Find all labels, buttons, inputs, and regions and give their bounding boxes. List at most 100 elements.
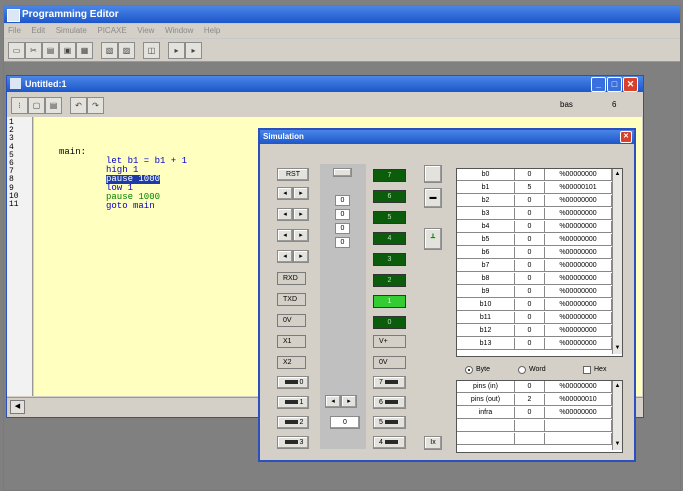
pins-table[interactable]: pins (in) 0 %00000000 pins (out) 2 %00000010 i… (456, 380, 623, 453)
close-icon[interactable]: ✕ (623, 77, 638, 92)
table-row[interactable] (457, 433, 612, 445)
input-2-button[interactable]: 2 (277, 416, 309, 429)
adc-left-arrow-icon[interactable]: ◂ (277, 187, 293, 200)
table-row[interactable]: b6 0 %00000000 (457, 247, 612, 259)
run-icon[interactable]: ▸ (185, 42, 202, 59)
output-6-button[interactable]: 6 (373, 396, 406, 409)
table-row[interactable]: b10 0 %00000000 (457, 299, 612, 311)
scroll-down-icon[interactable]: ▼ (613, 344, 622, 353)
adc-left-arrow-icon[interactable]: ◂ (277, 229, 293, 242)
menu-file[interactable]: File (4, 24, 25, 38)
rst-button[interactable]: RST (277, 168, 309, 181)
undo-icon[interactable]: ↶ (70, 97, 87, 114)
open-folder-icon[interactable]: ▤ (42, 42, 59, 59)
options-icon[interactable]: ◫ (143, 42, 160, 59)
variables-table[interactable]: b0 0 %00000000 b1 5 %00000101 b2 0 %00000000 b3 0%… (456, 168, 623, 357)
adc-right-arrow-icon[interactable]: ▸ (293, 250, 309, 263)
menu-help[interactable]: Help (200, 24, 224, 38)
table-cell-bin: %00000000 (545, 299, 612, 311)
scroll-up-icon[interactable]: ▲ (613, 382, 622, 391)
save-icon[interactable]: ▣ (59, 42, 76, 59)
table-row[interactable]: b12 0 %00000000 (457, 325, 612, 337)
menu-edit[interactable]: Edit (27, 24, 49, 38)
table-row[interactable]: b13 0 %00000000 (457, 338, 612, 350)
adc-right-arrow-icon[interactable]: ▸ (293, 187, 309, 200)
table-row[interactable]: b0 0 %00000000 (457, 169, 612, 181)
output-5-button[interactable]: 5 (373, 416, 406, 429)
menu-picaxe[interactable]: PICAXE (93, 24, 130, 38)
simulation-titlebar[interactable]: Simulation ✕ (260, 130, 634, 144)
input-0-button[interactable]: 0 (277, 376, 309, 389)
table-row[interactable]: b1 5 %00000101 (457, 182, 612, 194)
new-file-icon[interactable]: ▭ (8, 42, 25, 59)
mode-value: 6 (612, 100, 617, 109)
table-row[interactable]: b5 0 %00000000 (457, 234, 612, 246)
adc-right-arrow-icon[interactable]: ▸ (293, 229, 309, 242)
word-radio[interactable] (518, 366, 526, 374)
variables-scrollbar[interactable]: ▲ ▼ (612, 169, 622, 354)
scroll-up-icon[interactable]: ▲ (613, 170, 622, 179)
table-row[interactable]: b3 0 %00000000 (457, 208, 612, 220)
table-row[interactable]: b11 0 %00000000 (457, 312, 612, 324)
adc-right-arrow-icon[interactable]: ▸ (293, 208, 309, 221)
table-row[interactable]: pins (in) 0 %00000000 (457, 381, 612, 393)
editor-titlebar[interactable]: Untitled:1 _ □ ✕ (7, 76, 643, 92)
paste-icon[interactable]: ▤ (45, 97, 62, 114)
program-icon[interactable]: ▸ (168, 42, 185, 59)
print-icon[interactable]: ▧ (101, 42, 118, 59)
value-field[interactable]: 0 (330, 416, 360, 429)
0v-pin[interactable]: 0V (277, 314, 306, 327)
table-row[interactable] (457, 420, 612, 432)
table-cell-dec: 0 (515, 273, 545, 285)
indent-icon[interactable]: ⁝ (11, 97, 28, 114)
menu-view[interactable]: View (133, 24, 158, 38)
preview-icon[interactable]: ▨ (118, 42, 135, 59)
value-left-arrow-icon[interactable]: ◂ (325, 395, 341, 408)
menu-simulate[interactable]: Simulate (52, 24, 91, 38)
table-row[interactable]: b7 0 %00000000 (457, 260, 612, 272)
pins-scrollbar[interactable]: ▲ ▼ (612, 381, 622, 450)
minimize-icon[interactable]: _ (591, 77, 606, 92)
scroll-down-icon[interactable]: ▼ (613, 440, 622, 449)
table-cell-bin: %00000000 (545, 195, 612, 207)
rxd-pin[interactable]: RXD (277, 272, 306, 285)
step-icon[interactable]: ┻ (424, 228, 442, 250)
redo-icon[interactable]: ↷ (87, 97, 104, 114)
hex-label: Hex (594, 366, 607, 373)
close-icon[interactable]: ✕ (620, 131, 632, 143)
adc-left-arrow-icon[interactable]: ◂ (277, 250, 293, 263)
table-row[interactable]: infra 0 %00000000 (457, 407, 612, 419)
adc-left-arrow-icon[interactable]: ◂ (277, 208, 293, 221)
cut-icon[interactable]: ✂ (25, 42, 42, 59)
menu-window[interactable]: Window (161, 24, 197, 38)
close-sim-button[interactable]: Ix (424, 436, 442, 450)
byte-radio[interactable] (465, 366, 473, 374)
x1-pin[interactable]: X1 (277, 335, 306, 348)
table-row[interactable]: b8 0 %00000000 (457, 273, 612, 285)
app-titlebar[interactable]: Programming Editor (4, 6, 680, 23)
scroll-left-icon[interactable]: ◀ (10, 400, 25, 414)
table-cell-bin: %00000101 (545, 182, 612, 194)
table-cell-name: infra (457, 407, 515, 419)
table-cell-dec: 0 (515, 247, 545, 259)
table-cell-name: b12 (457, 325, 515, 337)
input-1-button[interactable]: 1 (277, 396, 309, 409)
x2-pin[interactable]: X2 (277, 356, 306, 369)
blank-tool-button[interactable] (424, 165, 442, 183)
table-cell-dec: 2 (515, 394, 545, 406)
table-row[interactable]: b9 0 %00000000 (457, 286, 612, 298)
output-4-button[interactable]: 4 (373, 436, 406, 449)
output-7-button[interactable]: 7 (373, 376, 406, 389)
table-cell-dec: 0 (515, 286, 545, 298)
input-3-button[interactable]: 3 (277, 436, 309, 449)
maximize-icon[interactable]: □ (607, 77, 622, 92)
pause-icon[interactable]: ▬ (424, 188, 442, 208)
table-row[interactable]: b2 0 %00000000 (457, 195, 612, 207)
txd-pin[interactable]: TXD (277, 293, 306, 306)
table-row[interactable]: b4 0 %00000000 (457, 221, 612, 233)
table-row[interactable]: pins (out) 2 %00000010 (457, 394, 612, 406)
copy-icon[interactable]: ▢ (28, 97, 45, 114)
hex-checkbox[interactable] (583, 366, 591, 374)
value-right-arrow-icon[interactable]: ▸ (341, 395, 357, 408)
disk-icon[interactable]: ▦ (76, 42, 93, 59)
